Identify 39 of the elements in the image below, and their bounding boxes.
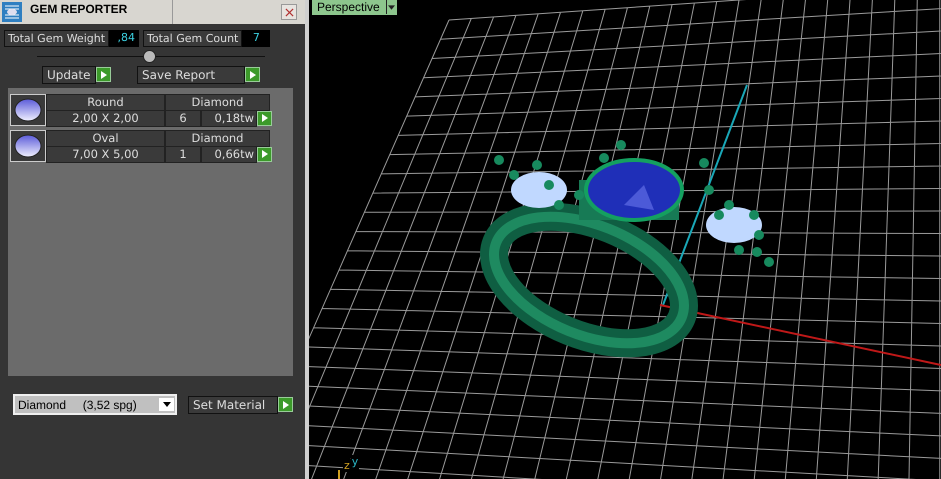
gem-shape: Oval (46, 130, 165, 146)
play-icon (250, 70, 256, 78)
play-button[interactable] (257, 146, 272, 162)
play-icon (282, 400, 288, 408)
action-label: Update (42, 66, 96, 84)
stat-label: Total Gem Weight (4, 30, 110, 47)
stat-label: Total Gem Count (143, 30, 242, 47)
app-icon (2, 2, 22, 22)
gem-icon (10, 130, 46, 162)
window-title: GEM REPORTER (24, 0, 173, 24)
close-icon (284, 8, 294, 16)
gem-material: Diamond (165, 94, 270, 110)
gem-shape: Round (46, 94, 165, 110)
axis-label: y (350, 455, 360, 472)
material-dropdown[interactable]: Diamond (3,52 spg) (13, 394, 177, 415)
gem-size: 7,00 X 5,00 (46, 146, 165, 162)
caret-icon (388, 4, 396, 10)
axis-label: z (343, 459, 351, 472)
close-button[interactable] (281, 4, 297, 20)
caret-icon (162, 402, 170, 407)
gem-count: 6 (165, 110, 201, 126)
gem-material: Diamond (165, 130, 270, 146)
z-axis-line (338, 470, 340, 479)
gem-count: 1 (165, 146, 201, 162)
play-button[interactable] (257, 110, 272, 126)
play-icon (100, 70, 106, 78)
play-icon (262, 114, 268, 122)
action-label: Save Report (137, 66, 245, 84)
panel-slider[interactable] (37, 49, 265, 63)
gem-weight: 0,18tw (201, 110, 257, 126)
gem-icon (10, 94, 46, 126)
stat-value: ,84 (109, 30, 140, 47)
view-menu[interactable]: Perspective (312, 0, 397, 15)
stat-value: 7 (242, 30, 270, 47)
action-label: Set Material (188, 396, 278, 414)
gem-size: 2,00 X 2,00 (46, 110, 165, 126)
gem-weight: 0,66tw (201, 146, 257, 162)
slider-knob[interactable] (142, 50, 156, 63)
play-icon (262, 150, 268, 158)
